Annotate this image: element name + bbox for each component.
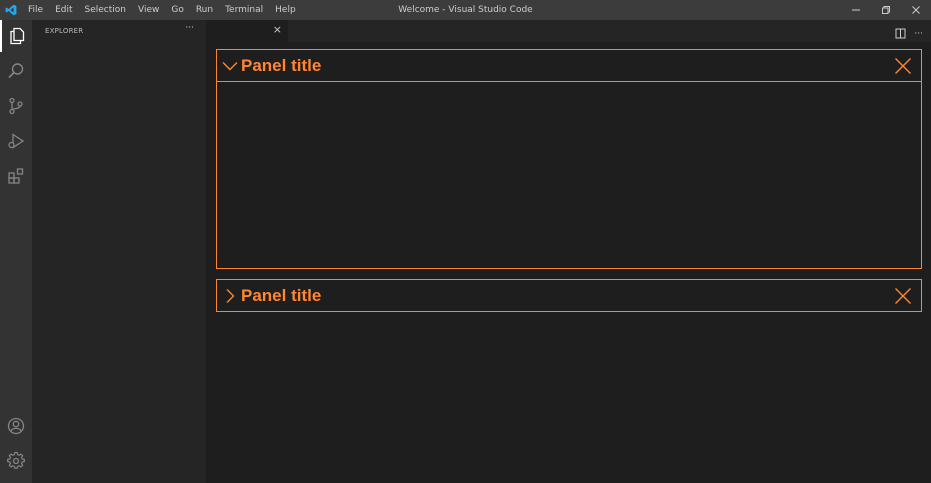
minimize-icon bbox=[852, 9, 860, 11]
title-bar: File Edit Selection View Go Run Terminal… bbox=[0, 0, 931, 20]
menu-help[interactable]: Help bbox=[269, 0, 302, 20]
source-control-icon[interactable] bbox=[0, 90, 32, 122]
window-controls bbox=[841, 0, 931, 20]
sidebar-more-actions-button[interactable]: ··· bbox=[185, 23, 194, 33]
run-debug-icon[interactable] bbox=[0, 125, 32, 157]
restore-button[interactable] bbox=[871, 0, 901, 20]
menu-bar: File Edit Selection View Go Run Terminal… bbox=[22, 0, 302, 20]
menu-run[interactable]: Run bbox=[190, 0, 219, 20]
account-icon[interactable] bbox=[0, 410, 32, 442]
menu-view[interactable]: View bbox=[132, 0, 165, 20]
editor-area: × ··· Panel title Panel title bbox=[206, 20, 931, 483]
extensions-icon[interactable] bbox=[0, 160, 32, 192]
panel-title: Panel title bbox=[241, 55, 322, 75]
restore-icon bbox=[882, 6, 890, 14]
panel-header[interactable]: Panel title bbox=[217, 280, 921, 311]
tab-close-icon[interactable]: × bbox=[273, 23, 282, 36]
tab-welcome[interactable]: × bbox=[206, 20, 288, 42]
menu-file[interactable]: File bbox=[22, 0, 49, 20]
search-icon[interactable] bbox=[0, 55, 32, 87]
close-icon[interactable] bbox=[894, 287, 912, 305]
activity-bar bbox=[0, 20, 32, 483]
explorer-icon[interactable] bbox=[0, 20, 32, 52]
editor-more-actions-button[interactable]: ··· bbox=[914, 29, 923, 39]
close-window-button[interactable] bbox=[901, 0, 931, 20]
settings-gear-icon[interactable] bbox=[0, 445, 32, 477]
chevron-right-icon[interactable] bbox=[219, 280, 241, 311]
panel-expanded: Panel title bbox=[216, 49, 922, 269]
vscode-logo-icon bbox=[0, 0, 22, 20]
close-icon[interactable] bbox=[894, 57, 912, 75]
menu-go[interactable]: Go bbox=[165, 0, 189, 20]
panel-title: Panel title bbox=[241, 285, 322, 305]
menu-selection[interactable]: Selection bbox=[79, 0, 132, 20]
editor-actions: ··· bbox=[895, 24, 923, 43]
menu-terminal[interactable]: Terminal bbox=[219, 0, 269, 20]
panel-collapsed: Panel title bbox=[216, 279, 922, 312]
tab-bar: × ··· bbox=[206, 20, 931, 42]
sidebar-title: EXPLORER bbox=[45, 27, 84, 35]
split-editor-icon[interactable] bbox=[895, 24, 906, 43]
panel-header[interactable]: Panel title bbox=[217, 50, 921, 81]
panel-body bbox=[217, 81, 921, 268]
menu-edit[interactable]: Edit bbox=[49, 0, 78, 20]
close-icon bbox=[912, 6, 920, 14]
chevron-down-icon[interactable] bbox=[219, 50, 241, 81]
minimize-button[interactable] bbox=[841, 0, 871, 20]
sidebar: EXPLORER ··· bbox=[32, 20, 206, 483]
